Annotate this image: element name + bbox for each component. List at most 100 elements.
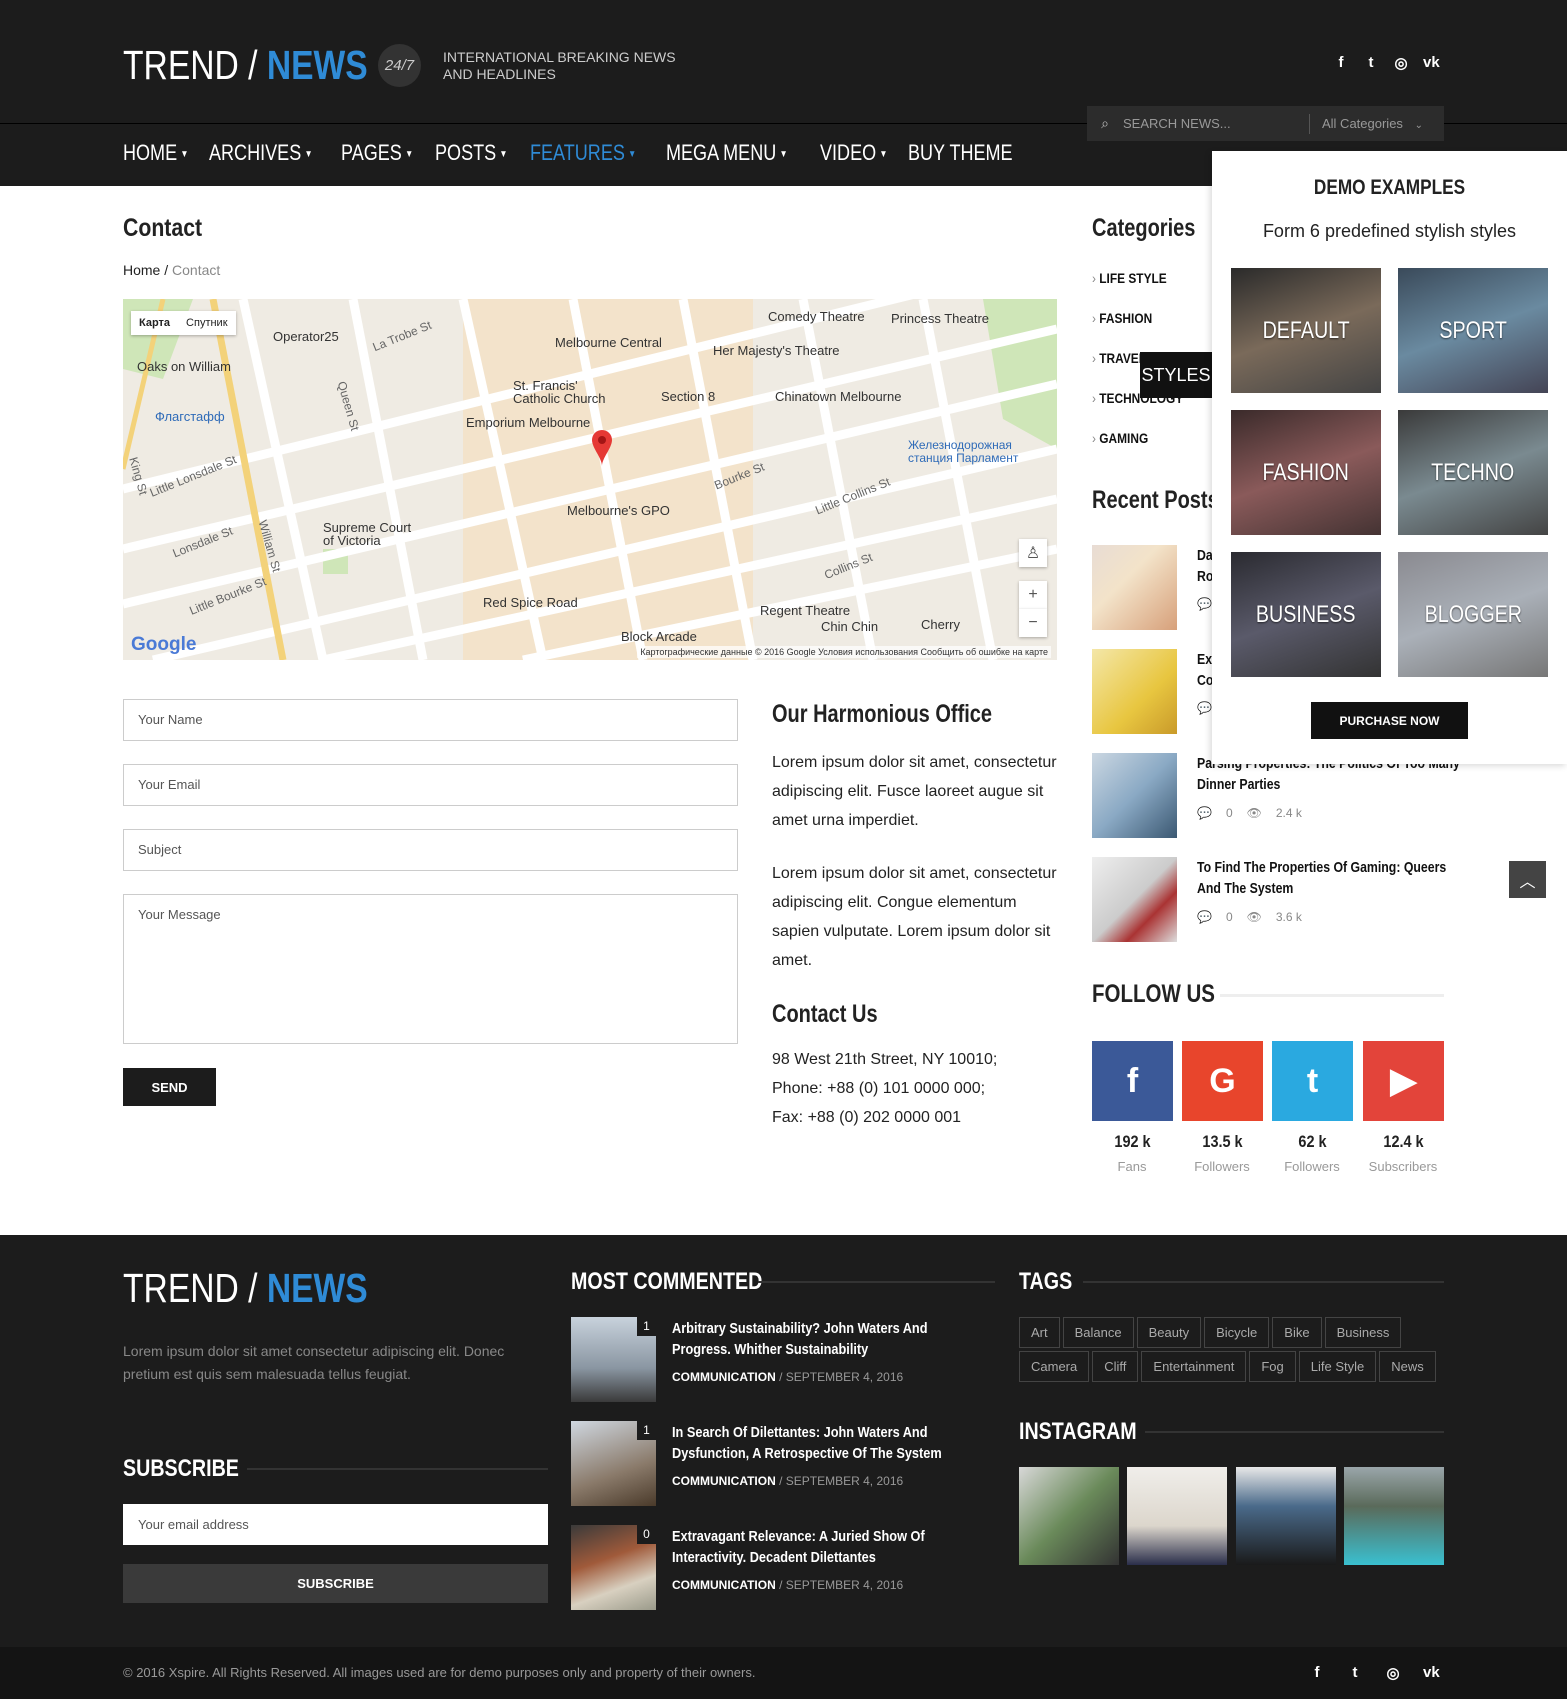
send-button[interactable]: SEND [123,1068,216,1106]
tags-title: TAGS [1019,1268,1073,1295]
tag[interactable]: Business [1324,1317,1402,1348]
divider [1309,113,1310,134]
demo-panel: DEMO EXAMPLES Form 6 predefined stylish … [1212,151,1567,764]
header-social: f t ◎ vk [1333,54,1440,72]
vk-icon[interactable]: vk [1423,54,1440,72]
category-item[interactable]: TRAVEL [1092,350,1146,366]
post-thumbnail[interactable] [1092,545,1177,630]
message-field[interactable]: Your Message [123,894,738,1044]
follow-count: 62 k [1298,1132,1327,1151]
tag[interactable]: Bike [1272,1317,1322,1348]
comment-count-badge: 0 [637,1525,656,1544]
category-item[interactable]: LIFE STYLE [1092,270,1166,286]
instagram-icon[interactable]: ◎ [1393,54,1409,72]
map-label: Supreme Court of Victoria [323,520,412,548]
facebook-follow-button[interactable]: f [1092,1041,1173,1121]
twitter-icon[interactable]: t [1347,1664,1363,1682]
copyright: © 2016 Xspire. All Rights Reserved. All … [123,1665,756,1680]
search-icon[interactable]: ⌕ [1087,115,1123,132]
post-title[interactable]: To Find The Properties Of Gaming: Queers… [1197,857,1446,899]
subscribe-button[interactable]: SUBSCRIBE [123,1564,548,1603]
instagram-photo[interactable] [1344,1467,1444,1565]
map[interactable]: Карта Спутник Operator25 Melbourne Centr… [123,299,1057,660]
post-thumbnail[interactable] [1092,857,1177,942]
tag[interactable]: Life Style [1298,1351,1377,1382]
youtube-follow-button[interactable]: ▶ [1363,1041,1444,1121]
post-thumbnail[interactable] [1092,649,1177,734]
follow-count: 13.5 k [1202,1132,1243,1151]
subject-field[interactable]: Subject [123,829,738,871]
subscribe-email-input[interactable]: Your email address [123,1504,548,1545]
tag[interactable]: News [1379,1351,1436,1382]
map-label: Section 8 [661,389,716,404]
nav-item-buy-theme[interactable]: BUY THEME [908,140,1013,166]
tag[interactable]: Camera [1019,1351,1090,1382]
post-meta: COMMUNICATION / SEPTEMBER 4, 2016 [672,1370,904,1384]
tag[interactable]: Entertainment [1141,1351,1247,1382]
post-meta: 💬 [1197,597,1212,611]
post-thumbnail[interactable] [1092,753,1177,838]
map-label: Melbourne's GPO [567,503,670,518]
facebook-icon[interactable]: f [1333,54,1349,72]
nav-item-home[interactable]: HOME ▼ [123,140,189,166]
map-label: Oaks on William [137,359,231,374]
tab-satellite[interactable]: Спутник [178,311,235,335]
tab-map[interactable]: Карта [131,311,178,335]
demo-title: DEMO EXAMPLES [1313,176,1466,199]
eye-icon: 👁 [1246,910,1262,924]
tag[interactable]: Balance [1062,1317,1134,1348]
nav-item-posts[interactable]: POSTS ▼ [435,140,508,166]
tag[interactable]: Cliff [1092,1351,1139,1382]
google-follow-button[interactable]: G [1182,1041,1263,1121]
search-input[interactable]: SEARCH NEWS... [1123,116,1297,131]
tag[interactable]: Beauty [1136,1317,1202,1348]
name-field[interactable]: Your Name [123,699,738,741]
zoom-out-button[interactable]: − [1019,609,1047,637]
demo-blogger[interactable]: BLOGGER [1398,552,1548,677]
instagram-title: INSTAGRAM [1019,1418,1137,1445]
demo-sport[interactable]: SPORT [1398,268,1548,393]
vk-icon[interactable]: vk [1423,1664,1440,1682]
twitter-follow-button[interactable]: t [1272,1041,1353,1121]
most-commented-title-link[interactable]: In Search Of Dilettantes: John Waters An… [672,1422,970,1464]
nav-item-archives[interactable]: ARCHIVES ▼ [209,140,313,166]
instagram-icon[interactable]: ◎ [1385,1664,1401,1682]
nav-item-mega-menu[interactable]: MEGA MENU ▼ [666,140,788,166]
category-select[interactable]: All Categories ⌄ [1322,116,1423,131]
map-attribution[interactable]: Картографические данные © 2016 Google Ус… [637,646,1051,658]
demo-default[interactable]: DEFAULT [1231,268,1381,393]
back-to-top-button[interactable]: ︿ [1509,861,1546,898]
tag[interactable]: Art [1019,1317,1060,1348]
demo-techno[interactable]: TECHNO [1398,410,1548,535]
category-item[interactable]: GAMING [1092,430,1148,446]
instagram-photo[interactable] [1019,1467,1119,1565]
tag[interactable]: Fog [1249,1351,1296,1382]
follow-label: Followers [1284,1159,1340,1174]
facebook-icon[interactable]: f [1309,1664,1325,1682]
styles-toggle-button[interactable]: STYLES [1140,352,1212,398]
comment-icon: 💬 [1197,806,1212,820]
nav-item-video[interactable]: VIDEO ▼ [820,140,888,166]
demo-business[interactable]: BUSINESS [1231,552,1381,677]
post-title[interactable]: Da Ro [1197,545,1213,587]
purchase-now-button[interactable]: PURCHASE NOW [1311,702,1468,739]
zoom-in-button[interactable]: + [1019,581,1047,609]
instagram-photo[interactable] [1236,1467,1336,1565]
most-commented-title-link[interactable]: Extravagant Relevance: A Juried Show Of … [672,1526,970,1568]
street-view-icon[interactable]: ♙ [1019,539,1047,567]
demo-fashion[interactable]: FASHION [1231,410,1381,535]
comment-icon: 💬 [1197,701,1212,715]
breadcrumb-home[interactable]: Home [123,262,160,278]
nav-item-features[interactable]: FEATURES ▼ [530,140,636,166]
email-field[interactable]: Your Email [123,764,738,806]
most-commented-title-link[interactable]: Arbitrary Sustainability? John Waters An… [672,1318,970,1360]
logo[interactable]: TREND / NEWS [123,42,368,89]
twitter-icon[interactable]: t [1363,54,1379,72]
category-item[interactable]: FASHION [1092,310,1152,326]
instagram-photo[interactable] [1127,1467,1227,1565]
follow-us-title: FOLLOW US [1092,980,1215,1008]
nav-item-pages[interactable]: PAGES ▼ [341,140,413,166]
follow-count: 12.4 k [1383,1132,1424,1151]
footer-logo[interactable]: TREND / NEWS [123,1265,368,1312]
tag[interactable]: Bicycle [1204,1317,1270,1348]
